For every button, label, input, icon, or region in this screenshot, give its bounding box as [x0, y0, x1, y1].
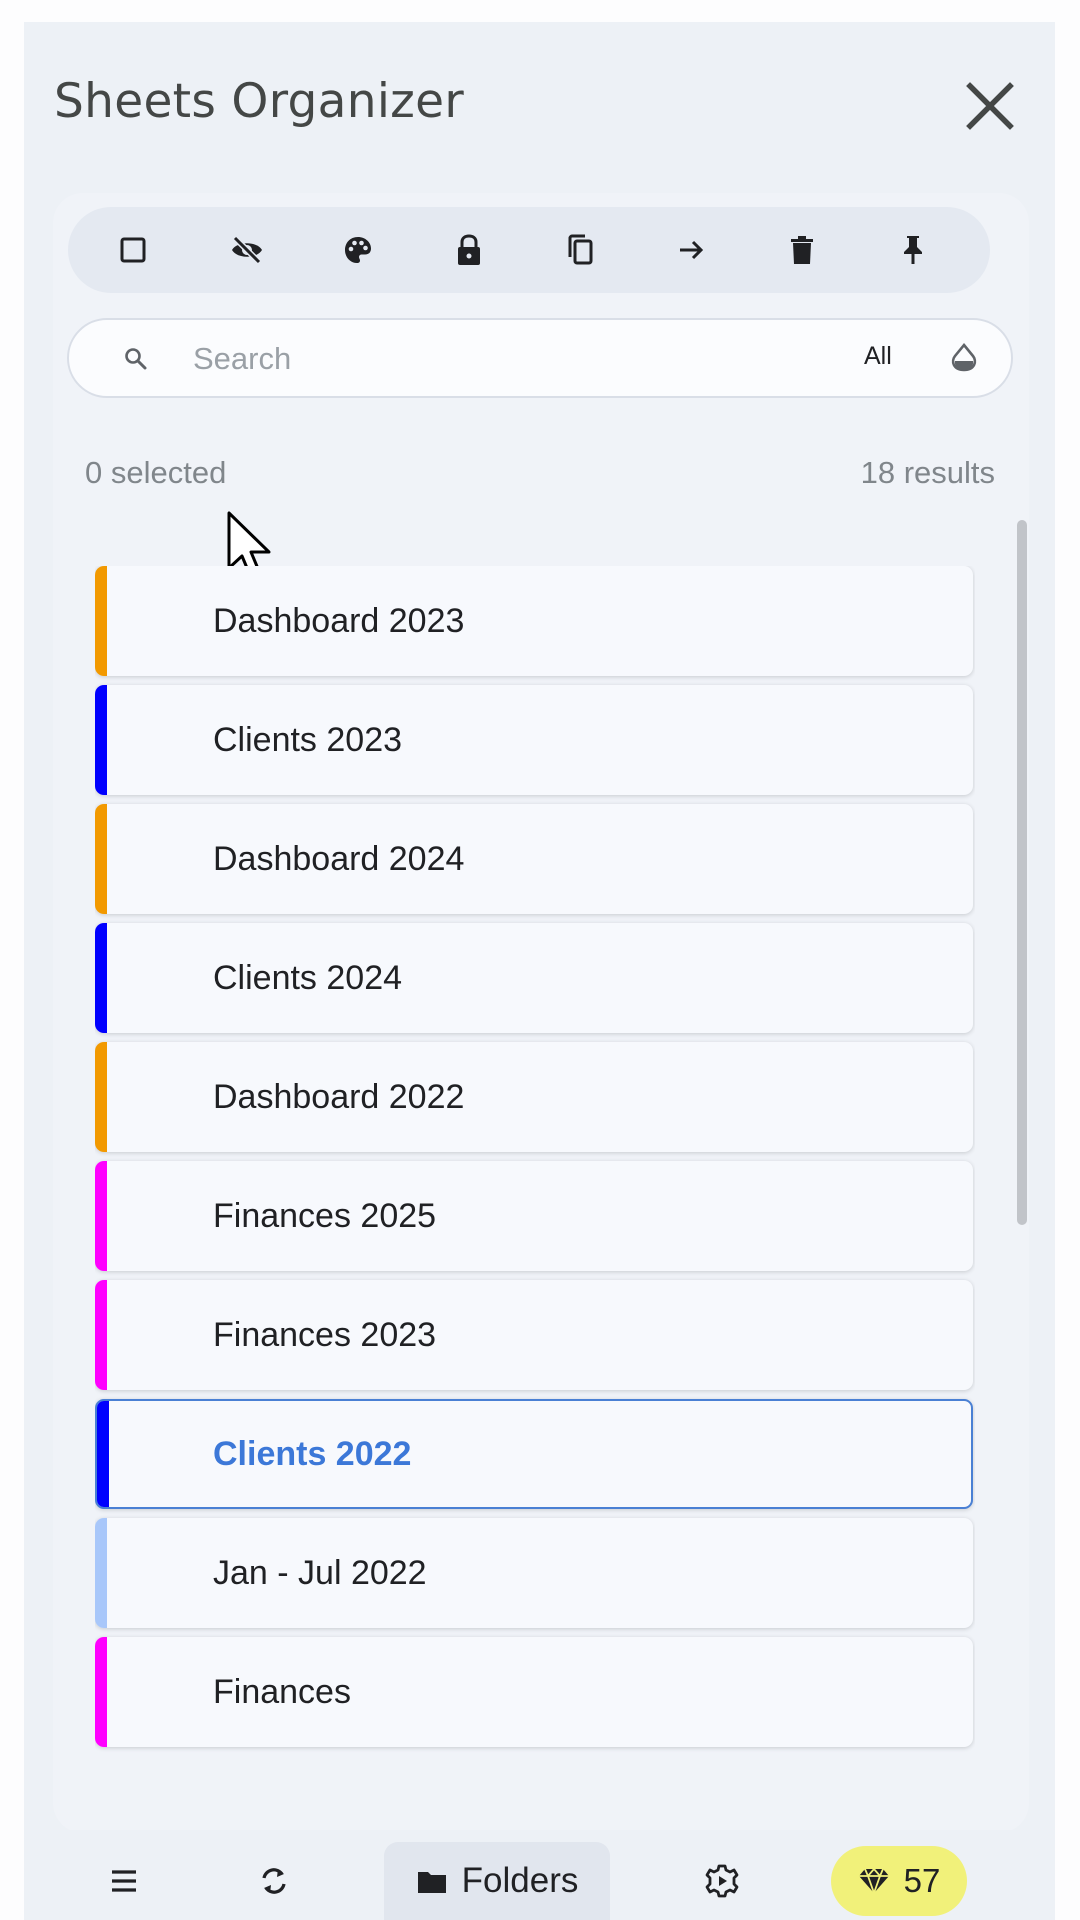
sheet-list-item[interactable]: Finances 2025	[95, 1161, 973, 1271]
sync-icon	[262, 1868, 286, 1894]
sheet-color-indicator	[95, 1280, 107, 1390]
sheet-name: Clients 2023	[213, 721, 403, 759]
move-button[interactable]	[656, 207, 726, 293]
search-input[interactable]	[191, 332, 795, 386]
sheet-name: Dashboard 2024	[213, 840, 465, 878]
lock-icon	[458, 234, 480, 265]
select-all-button[interactable]	[98, 207, 168, 293]
sheet-name: Dashboard 2023	[213, 602, 465, 640]
sheet-color-indicator	[95, 566, 107, 676]
sheet-list-item[interactable]: Finances	[95, 1637, 973, 1747]
selected-count: 0 selected	[85, 455, 227, 490]
scrollbar[interactable]	[1017, 520, 1027, 1225]
sheet-name: Finances 2025	[213, 1197, 437, 1235]
pin-icon	[904, 236, 922, 264]
delete-button[interactable]	[767, 207, 837, 293]
sheet-name: Jan - Jul 2022	[213, 1554, 427, 1592]
sheet-list-item[interactable]: Dashboard 2023	[95, 566, 973, 676]
sheet-name: Clients 2024	[213, 959, 403, 997]
sheet-color-indicator	[95, 1042, 107, 1152]
refresh-button[interactable]	[234, 1842, 314, 1920]
folders-button[interactable]: Folders	[384, 1842, 610, 1920]
sheet-color-indicator	[95, 1637, 107, 1747]
copy-button[interactable]	[545, 207, 615, 293]
sheet-list-item[interactable]: Clients 2024	[95, 923, 973, 1033]
sheet-list-item[interactable]: Clients 2023	[95, 685, 973, 795]
trash-icon	[791, 236, 813, 264]
sheet-name: Finances 2023	[213, 1316, 437, 1354]
color-button[interactable]	[323, 207, 393, 293]
copy-icon	[568, 234, 593, 265]
folder-icon	[417, 1872, 446, 1893]
results-count: 18 results	[860, 455, 995, 490]
diamond-icon	[858, 1867, 889, 1895]
credits-badge[interactable]: 57	[831, 1846, 967, 1916]
sheet-color-indicator	[95, 1161, 107, 1271]
menu-button[interactable]	[84, 1842, 164, 1920]
search-icon	[125, 348, 147, 370]
action-toolbar	[68, 207, 990, 293]
checkbox-icon	[120, 237, 146, 263]
close-icon	[966, 82, 1014, 130]
sheet-name: Dashboard 2022	[213, 1078, 465, 1116]
settings-icon	[705, 1864, 739, 1898]
color-filter-icon[interactable]	[949, 342, 979, 376]
pin-button[interactable]	[878, 207, 948, 293]
sheet-list: Dashboard 2023 Clients 2023 Dashboard 2024…	[95, 566, 975, 1776]
close-button[interactable]	[960, 76, 1020, 136]
sheet-list-item[interactable]: Jan - Jul 2022	[95, 1518, 973, 1628]
sheet-list-item[interactable]: Clients 2022	[95, 1399, 973, 1509]
sheet-list-item[interactable]: Dashboard 2024	[95, 804, 973, 914]
search-bar: All	[67, 318, 1013, 398]
sheet-color-indicator	[95, 804, 107, 914]
sheet-color-indicator	[95, 923, 107, 1033]
folders-label: Folders	[461, 1861, 579, 1900]
sheet-name: Finances	[213, 1673, 351, 1711]
sheet-color-indicator	[95, 685, 107, 795]
sheet-color-indicator	[95, 1518, 107, 1628]
menu-icon	[112, 1870, 136, 1892]
sheet-list-item[interactable]: Dashboard 2022	[95, 1042, 973, 1152]
sheet-list-item[interactable]: Finances 2023	[95, 1280, 973, 1390]
eye-off-icon	[232, 235, 262, 265]
settings-button[interactable]	[682, 1842, 762, 1920]
page-title: Sheets Organizer	[54, 74, 464, 129]
protect-button[interactable]	[434, 207, 504, 293]
arrow-right-icon	[680, 240, 704, 260]
sheet-color-indicator	[97, 1401, 109, 1507]
filter-dropdown[interactable]: All	[864, 342, 892, 371]
sheet-name: Clients 2022	[213, 1435, 412, 1473]
palette-icon	[345, 237, 371, 263]
credits-count: 57	[903, 1862, 941, 1899]
hide-button[interactable]	[212, 207, 282, 293]
